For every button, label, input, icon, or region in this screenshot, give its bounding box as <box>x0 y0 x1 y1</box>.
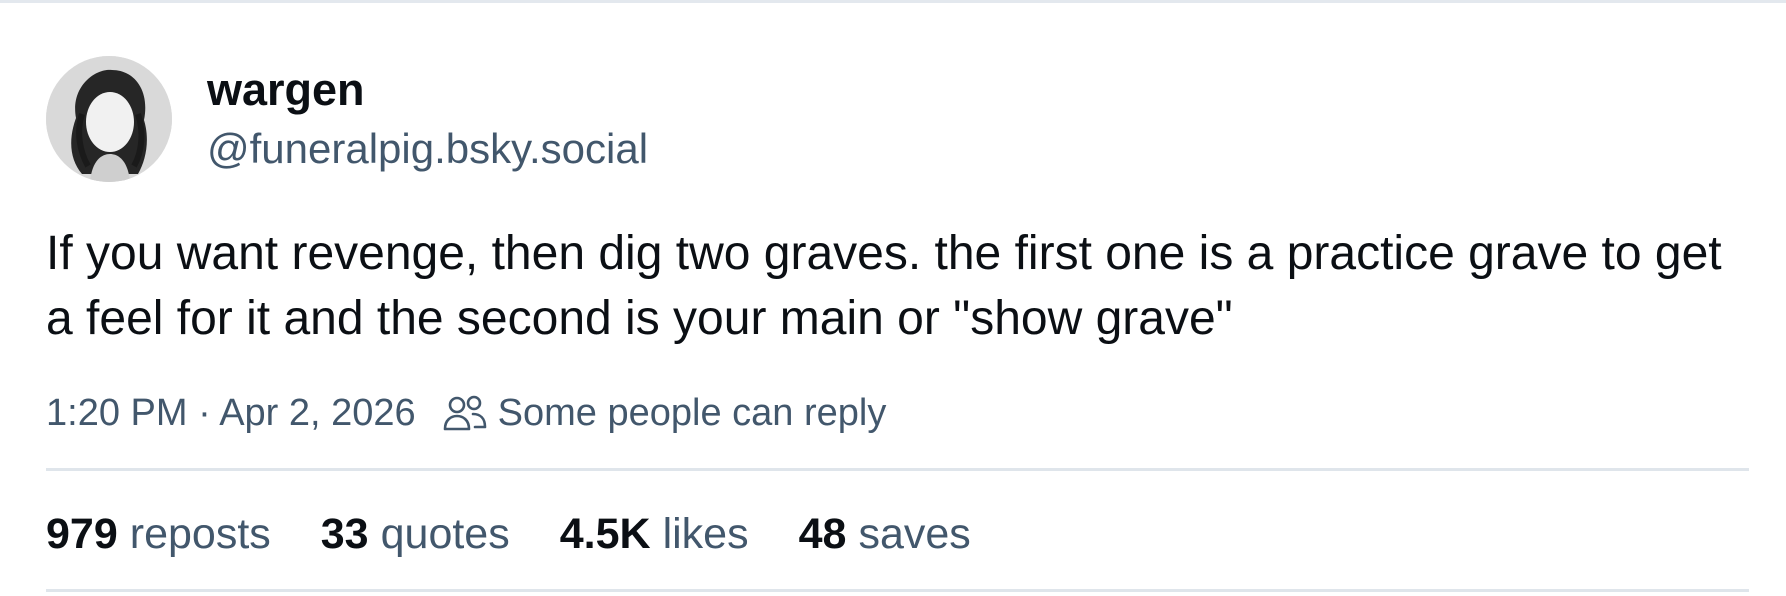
author-row: wargen @funeralpig.bsky.social <box>46 53 648 185</box>
stats-divider-top <box>46 468 1749 471</box>
people-icon <box>442 393 488 433</box>
post-meta-row: 1:20 PM · Apr 2, 2026 Some people can re… <box>46 383 886 443</box>
quotes-count: 33 <box>320 509 369 558</box>
likes-stat[interactable]: 4.5K likes <box>560 510 749 559</box>
quotes-stat[interactable]: 33 quotes <box>321 510 510 559</box>
avatar-portrait-icon <box>46 56 172 182</box>
avatar[interactable] <box>46 56 172 182</box>
post-text: If you want revenge, then dig two graves… <box>46 227 1722 345</box>
post-page: wargen @funeralpig.bsky.social If you wa… <box>0 0 1786 596</box>
reposts-stat[interactable]: 979 reposts <box>46 510 271 559</box>
saves-stat[interactable]: 48 saves <box>799 510 971 559</box>
saves-label: saves <box>858 509 971 558</box>
quotes-label: quotes <box>380 509 510 558</box>
post-timestamp[interactable]: 1:20 PM · Apr 2, 2026 <box>46 392 416 435</box>
author-handle[interactable]: @funeralpig.bsky.social <box>207 123 648 175</box>
likes-count: 4.5K <box>559 509 651 558</box>
reposts-count: 979 <box>46 509 118 558</box>
stats-divider-bottom <box>46 589 1749 592</box>
reply-setting-button[interactable]: Some people can reply <box>442 391 887 435</box>
reposts-label: reposts <box>129 509 271 558</box>
author-display-name[interactable]: wargen <box>207 63 648 117</box>
post-stats-row: 979 reposts 33 quotes 4.5K likes 48 saves <box>46 499 1021 569</box>
author-names: wargen @funeralpig.bsky.social <box>207 56 648 182</box>
saves-count: 48 <box>798 509 847 558</box>
likes-label: likes <box>662 509 749 558</box>
reply-setting-label: Some people can reply <box>497 391 887 434</box>
